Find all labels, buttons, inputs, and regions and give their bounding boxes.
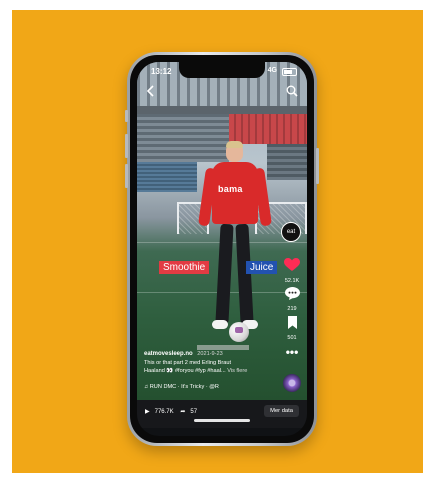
creator-username[interactable]: eatmovesleep.no <box>144 351 193 357</box>
share-count: 57 <box>190 409 198 415</box>
eyes-emoji: 👀 <box>166 368 174 374</box>
play-icon: ▶ <box>145 409 150 415</box>
stadium-stand-red <box>229 114 307 144</box>
caption-line-1: This or that part 2 med Erling Braut <box>144 359 232 366</box>
player-shoe <box>212 320 228 329</box>
search-icon[interactable] <box>285 84 299 98</box>
mute-switch <box>125 110 128 122</box>
jersey-sponsor: bama <box>218 184 243 194</box>
bookmark-icon <box>287 316 297 329</box>
home-indicator[interactable] <box>194 419 250 422</box>
caption-line-2: Haaland <box>144 368 165 374</box>
comment-button[interactable]: 219 <box>281 287 303 312</box>
music-note-icon: ♫ <box>144 384 149 390</box>
volume-down-button <box>125 164 128 188</box>
back-icon[interactable] <box>143 84 157 98</box>
phone-bezel: bama Smoothie Juice 13:12 4G eat 52.1K 2… <box>130 55 314 443</box>
player-leg <box>235 223 254 325</box>
football <box>229 322 249 342</box>
video-caption: eatmovesleep.no 2021-9-23 This or that p… <box>144 350 276 376</box>
creator-avatar[interactable]: eat <box>281 222 301 242</box>
status-bar: 13:12 4G <box>137 62 307 82</box>
like-count: 52.1K <box>284 278 300 284</box>
more-icon[interactable]: ••• <box>281 345 303 359</box>
volume-up-button <box>125 134 128 158</box>
avatar-text: eat <box>286 229 296 235</box>
player-figure: bama <box>198 141 272 342</box>
smoothie-label: Smoothie <box>159 261 210 274</box>
player-leg <box>215 223 234 325</box>
music-title: RUN DMC · It's Tricky · @R <box>149 384 219 390</box>
save-count: 501 <box>287 335 297 341</box>
video-stats: ▶ 776.7K ➦ 57 <box>145 408 202 415</box>
juice-label: Juice <box>246 261 278 274</box>
like-button[interactable]: 52.1K <box>281 258 303 284</box>
share-icon: ➦ <box>180 409 186 415</box>
notch <box>179 62 265 78</box>
music-ticker[interactable]: ♫ RUN DMC · It's Tricky · @R <box>144 384 219 390</box>
network-indicator: 4G <box>267 67 277 74</box>
see-more-link[interactable]: Vis flere <box>227 368 247 374</box>
bottom-stats-bar: ▶ 776.7K ➦ 57 Mer data <box>137 400 307 428</box>
more-data-button[interactable]: Mer data <box>264 405 299 417</box>
status-time: 13:12 <box>151 67 172 76</box>
player-hair <box>226 141 243 148</box>
view-count: 776.7K <box>154 409 174 415</box>
save-button[interactable]: 501 <box>281 316 303 341</box>
stadium-stand-right <box>267 144 307 180</box>
battery-icon <box>282 68 297 76</box>
phone-frame: bama Smoothie Juice 13:12 4G eat 52.1K 2… <box>125 52 319 446</box>
power-button <box>316 148 319 184</box>
comment-count: 219 <box>287 306 297 312</box>
stadium-roof-edge <box>137 106 307 114</box>
music-disc-icon[interactable] <box>283 374 301 392</box>
stadium-stand-blue <box>137 162 197 192</box>
phone-screen: bama Smoothie Juice 13:12 4G eat 52.1K 2… <box>137 62 307 436</box>
heart-icon <box>284 258 300 271</box>
post-date: 2021-9-23 <box>197 351 223 357</box>
comment-icon <box>284 287 300 300</box>
caption-hashtags[interactable]: #foryou #fyp #haal... <box>175 368 226 374</box>
